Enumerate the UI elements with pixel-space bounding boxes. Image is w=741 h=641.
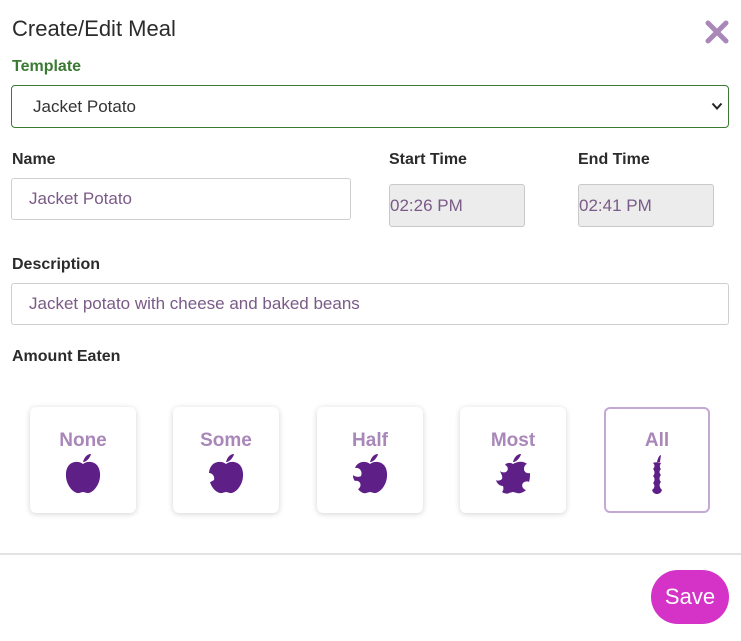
amount-option-some[interactable]: Some [173,407,279,513]
apple-bitten-icon [209,454,244,494]
name-field[interactable]: Jacket Potato [11,178,351,220]
amount-option-label: Most [490,430,536,451]
start-time-field[interactable]: 02:26 PM [389,184,525,227]
amount-option-label: None [59,430,107,451]
footer-divider [0,553,741,555]
amount-option-most[interactable]: Most [460,407,566,513]
amount-option-all[interactable]: All [604,407,710,513]
apple-half-icon [353,454,388,494]
apple-core-icon [652,455,662,494]
end-time-field[interactable]: 02:41 PM [578,184,714,227]
amount-eaten-label: Amount Eaten [12,348,121,365]
amount-option-none[interactable]: None [30,407,136,513]
amount-option-half[interactable]: Half [317,407,423,513]
template-select[interactable]: Jacket Potato [11,85,729,128]
description-field[interactable]: Jacket potato with cheese and baked bean… [11,283,729,325]
save-button[interactable]: Save [651,570,729,624]
name-label: Name [12,151,56,168]
template-selected-value: Jacket Potato [33,97,137,116]
dialog-title: Create/Edit Meal [12,16,176,41]
end-time-label: End Time [578,151,650,168]
apple-whole-icon [65,454,101,494]
amount-option-label: All [644,430,670,451]
description-label: Description [12,256,101,273]
amount-option-label: Some [200,430,252,451]
apple-most-icon [496,454,530,494]
amount-option-label: Half [352,430,388,451]
close-icon[interactable] [703,18,731,46]
template-label: Template [12,58,82,75]
chevron-down-icon [711,102,723,110]
start-time-label: Start Time [389,151,467,168]
